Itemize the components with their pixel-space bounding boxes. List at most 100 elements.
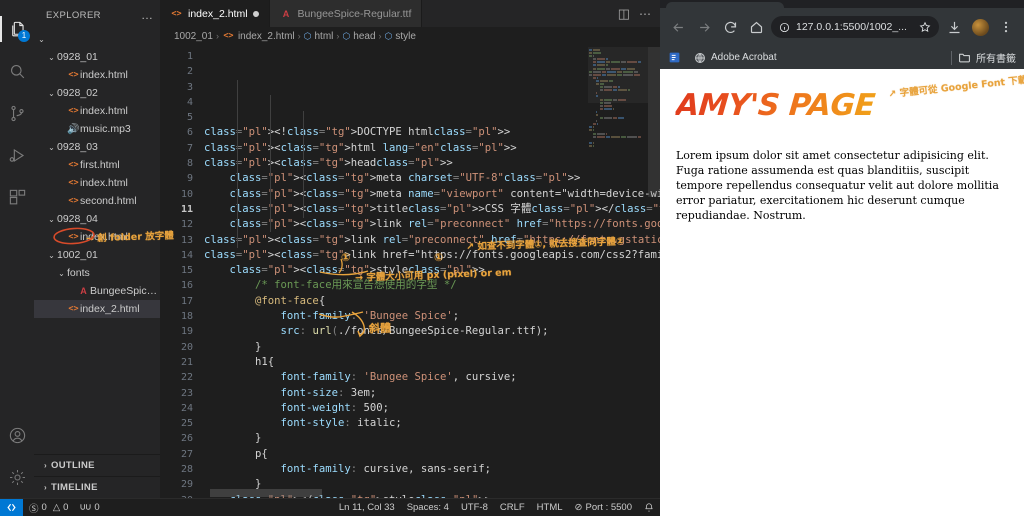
encoding-status[interactable]: UTF-8 [455, 502, 494, 513]
bookmark-item-adobe-acrobat[interactable]: Adobe Acrobat [694, 52, 777, 64]
activity-explorer[interactable]: 1 [0, 8, 34, 50]
notifications-bell[interactable] [638, 502, 660, 513]
vertical-scrollbar[interactable] [648, 45, 660, 498]
minimap-token [593, 144, 595, 147]
explorer-title: EXPLORER [46, 9, 101, 21]
minimap[interactable] [588, 45, 648, 498]
browser-menu-button[interactable] [995, 16, 1017, 38]
tree-item-index-html[interactable]: <> index.html [34, 228, 160, 246]
minimap-token [603, 117, 612, 120]
explorer-badge: 1 [18, 30, 30, 42]
minimap-token [620, 135, 626, 138]
downloads-button[interactable] [943, 16, 965, 38]
more-actions-icon[interactable]: ⋯ [639, 7, 651, 21]
editor-actions: ◫ ⋯ [618, 0, 660, 27]
tree-item-first-html[interactable]: <> first.html [34, 156, 160, 174]
line-number: 29 [180, 479, 193, 491]
tree-item-0928-02[interactable]: ⌄ 0928_02 [34, 84, 160, 102]
activity-extensions[interactable] [0, 176, 34, 218]
tree-item-index-2-html[interactable]: <> index_2.html [34, 300, 160, 318]
tab-dirty-indicator[interactable] [252, 10, 259, 17]
scrollbar-thumb[interactable] [648, 47, 660, 197]
minimap-token [593, 70, 601, 73]
minimap-indent [588, 92, 595, 94]
tree-item-index-html[interactable]: <> index.html [34, 174, 160, 192]
forward-button[interactable] [693, 16, 715, 38]
minimap-token [596, 110, 597, 113]
tree-item-label: 0928_04 [57, 213, 98, 225]
back-button[interactable] [667, 16, 689, 38]
breadcrumb-segment[interactable]: head [353, 31, 375, 42]
horizontal-scrollbar-thumb[interactable] [210, 489, 322, 497]
line-number: 4 [186, 96, 193, 108]
eol-status[interactable]: CRLF [494, 502, 531, 513]
section-timeline[interactable]: › TIMELINE [34, 476, 160, 498]
tree-item-fonts[interactable]: ⌄ fonts [34, 264, 160, 282]
file-tree[interactable]: ⌄HTML PRACTICE⌄0928_01<>index.html⌄0928_… [34, 30, 160, 454]
tree-item-1002-01[interactable]: ⌄ 1002_01 [34, 246, 160, 264]
ports-status[interactable]: 0 [74, 502, 105, 513]
breadcrumb-segment[interactable]: 1002_01 [174, 31, 213, 42]
minimap-token [600, 83, 605, 86]
tree-item-0928-03[interactable]: ⌄ 0928_03 [34, 138, 160, 156]
live-server-status[interactable]: ⊘ Port : 5500 [569, 502, 638, 513]
site-info-icon[interactable] [779, 22, 790, 33]
breadcrumb[interactable]: 1002_01 › <> index_2.html › ⬡ html › ⬡ head › ⬡ styl… [160, 27, 660, 45]
profile-button[interactable] [969, 16, 991, 38]
language-mode-status[interactable]: HTML [531, 502, 569, 513]
activity-settings[interactable] [0, 456, 34, 498]
browser-window: 127.0.0.1:5500/1002_... Adobe Acrobat 所有… [660, 0, 1024, 516]
sidebar-sections: › OUTLINE › TIMELINE [34, 454, 160, 498]
activity-run-debug[interactable] [0, 134, 34, 176]
minimap-token [620, 67, 626, 70]
tree-item-html-practice[interactable]: ⌄HTML PRACTICE [34, 30, 160, 48]
symbol-tag-icon: ⬡ [384, 30, 393, 41]
activity-bar: 1 [0, 0, 34, 498]
code-editor[interactable]: 1 2 3 4 5 6 7 8 9 10 11 12 13 14 15 16 17 18 19 20 21 22 23 24 2… [160, 45, 660, 498]
breadcrumb-segment[interactable]: html [315, 31, 334, 42]
address-bar[interactable]: 127.0.0.1:5500/1002_... [771, 16, 939, 38]
remote-window-button[interactable] [0, 498, 23, 516]
home-button[interactable] [745, 16, 767, 38]
browser-tab[interactable] [666, 2, 784, 10]
indentation-status[interactable]: Spaces: 4 [401, 502, 455, 513]
browser-tabstrip[interactable] [660, 0, 1024, 10]
minimap-token [603, 101, 611, 104]
activity-source-control[interactable] [0, 92, 34, 134]
tab-bungeespice-ttf[interactable]: A BungeeSpice-Regular.ttf [269, 0, 423, 27]
all-bookmarks-button[interactable]: 所有書籤 [958, 50, 1016, 65]
minimap-line [588, 141, 648, 144]
reload-button[interactable] [719, 16, 741, 38]
split-editor-icon[interactable]: ◫ [618, 6, 630, 22]
minimap-line [588, 89, 648, 92]
explorer-more-icon[interactable]: … [141, 8, 154, 22]
bookmark-item-doc[interactable] [668, 51, 686, 64]
tree-item-bungeespice-regu-[interactable]: ABungeeSpice-Regu... [34, 282, 160, 300]
problems-status[interactable]: Ⓢ 0 △ 0 [23, 501, 74, 515]
minimap-token [593, 49, 600, 51]
tree-item-second-html[interactable]: <> second.html [34, 192, 160, 210]
minimap-token [592, 123, 596, 126]
section-outline[interactable]: › OUTLINE [34, 454, 160, 476]
cursor-position[interactable]: Ln 11, Col 33 [333, 502, 401, 513]
minimap-token [589, 55, 592, 58]
url-text[interactable]: 127.0.0.1:5500/1002_... [796, 21, 913, 33]
tab-index_2-html[interactable]: <> index_2.html [160, 0, 270, 27]
tree-item-0928-01[interactable]: ⌄ 0928_01 [34, 48, 160, 66]
all-bookmarks-label: 所有書籤 [976, 54, 1016, 65]
tree-item-index-html[interactable]: <> index.html [34, 66, 160, 84]
tree-item-index-html[interactable]: <> index.html [34, 102, 160, 120]
breadcrumb-segment[interactable]: style [395, 31, 416, 42]
breadcrumb-segment[interactable]: index_2.html [238, 31, 295, 42]
minimap-token [634, 73, 640, 76]
minimap-line [588, 113, 648, 116]
star-icon[interactable] [919, 21, 931, 33]
tree-item-0928-04[interactable]: ⌄ 0928_04 [34, 210, 160, 228]
activity-accounts[interactable] [0, 414, 34, 456]
tree-item-music-mp3[interactable]: 🔊 music.mp3 [34, 120, 160, 138]
minimap-token [596, 92, 597, 95]
minimap-token [603, 89, 612, 92]
minimap-indent [588, 120, 595, 122]
activity-search[interactable] [0, 50, 34, 92]
minimap-token [605, 61, 610, 64]
